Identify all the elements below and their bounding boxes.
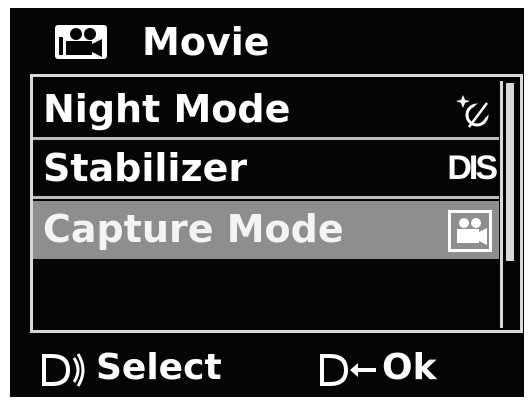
movie-camera-icon [55, 25, 107, 59]
menu-list: Night Mode Stabilizer DIS Capture Mode [30, 74, 523, 333]
scrollbar-thumb[interactable] [506, 83, 514, 261]
menu-header: Movie [10, 8, 524, 72]
menu-item-capture-mode[interactable]: Capture Mode [33, 201, 499, 259]
menu-item-night-mode[interactable]: Night Mode [33, 81, 499, 140]
dial-icon [42, 353, 85, 387]
menu-item-label: Night Mode [43, 87, 291, 131]
select-hint-label: Select [96, 347, 222, 388]
movie-camera-icon [448, 210, 492, 252]
menu-item-label: Stabilizer [43, 146, 248, 190]
shutter-arrow-icon [320, 354, 376, 386]
menu-item-stabilizer[interactable]: Stabilizer DIS [33, 140, 499, 199]
dis-value-label: DIS [447, 149, 498, 187]
ok-hint-label: Ok [382, 347, 437, 388]
menu-scrollbar[interactable] [500, 81, 514, 328]
menu-item-empty [33, 262, 499, 328]
night-mode-icon [456, 95, 489, 128]
page-title: Movie [142, 20, 270, 64]
footer-hints: Select Ok [10, 338, 524, 397]
menu-item-label: Capture Mode [43, 207, 344, 251]
camera-menu-screen: Movie Night Mode Stabilizer DIS Capture … [10, 8, 524, 397]
